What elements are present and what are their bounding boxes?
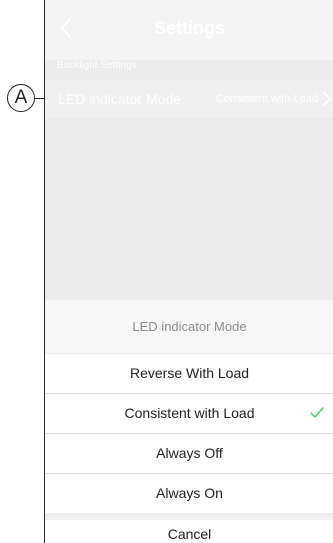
page-title: Settings [153,18,225,38]
settings-header: Settings [45,0,333,60]
chevron-right-icon [323,92,331,106]
section-label: Backlight Settings [57,60,137,71]
option-label: Always On [156,485,223,501]
cancel-label: Cancel [167,526,212,542]
setting-label: LED indicator Mode [58,91,181,107]
option-always-off[interactable]: Always Off [45,434,333,473]
setting-row-led-indicator-mode[interactable]: LED indicator Mode Consistent with Load [45,80,333,118]
check-icon [310,407,324,418]
option-consistent-with-load[interactable]: Consistent with Load [45,394,333,433]
option-always-on[interactable]: Always On [45,474,333,513]
callout-letter: A [14,87,28,108]
cancel-button[interactable]: Cancel [45,520,333,543]
bottom-sheet: LED indicator Mode Reverse With Load Con… [45,300,333,543]
sheet-title: LED indicator Mode [45,300,333,353]
option-reverse-with-load[interactable]: Reverse With Load [45,354,333,393]
screenshot-canvas: A Settings Backlight Settings LED indica… [0,0,333,543]
callout-marker: A [7,84,35,112]
setting-value: Consistent with Load [215,93,318,105]
phone-screen: Settings Backlight Settings LED indicato… [44,0,333,543]
option-label: Consistent with Load [124,405,255,421]
option-label: Always Off [156,445,223,461]
option-label: Reverse With Load [129,365,250,381]
